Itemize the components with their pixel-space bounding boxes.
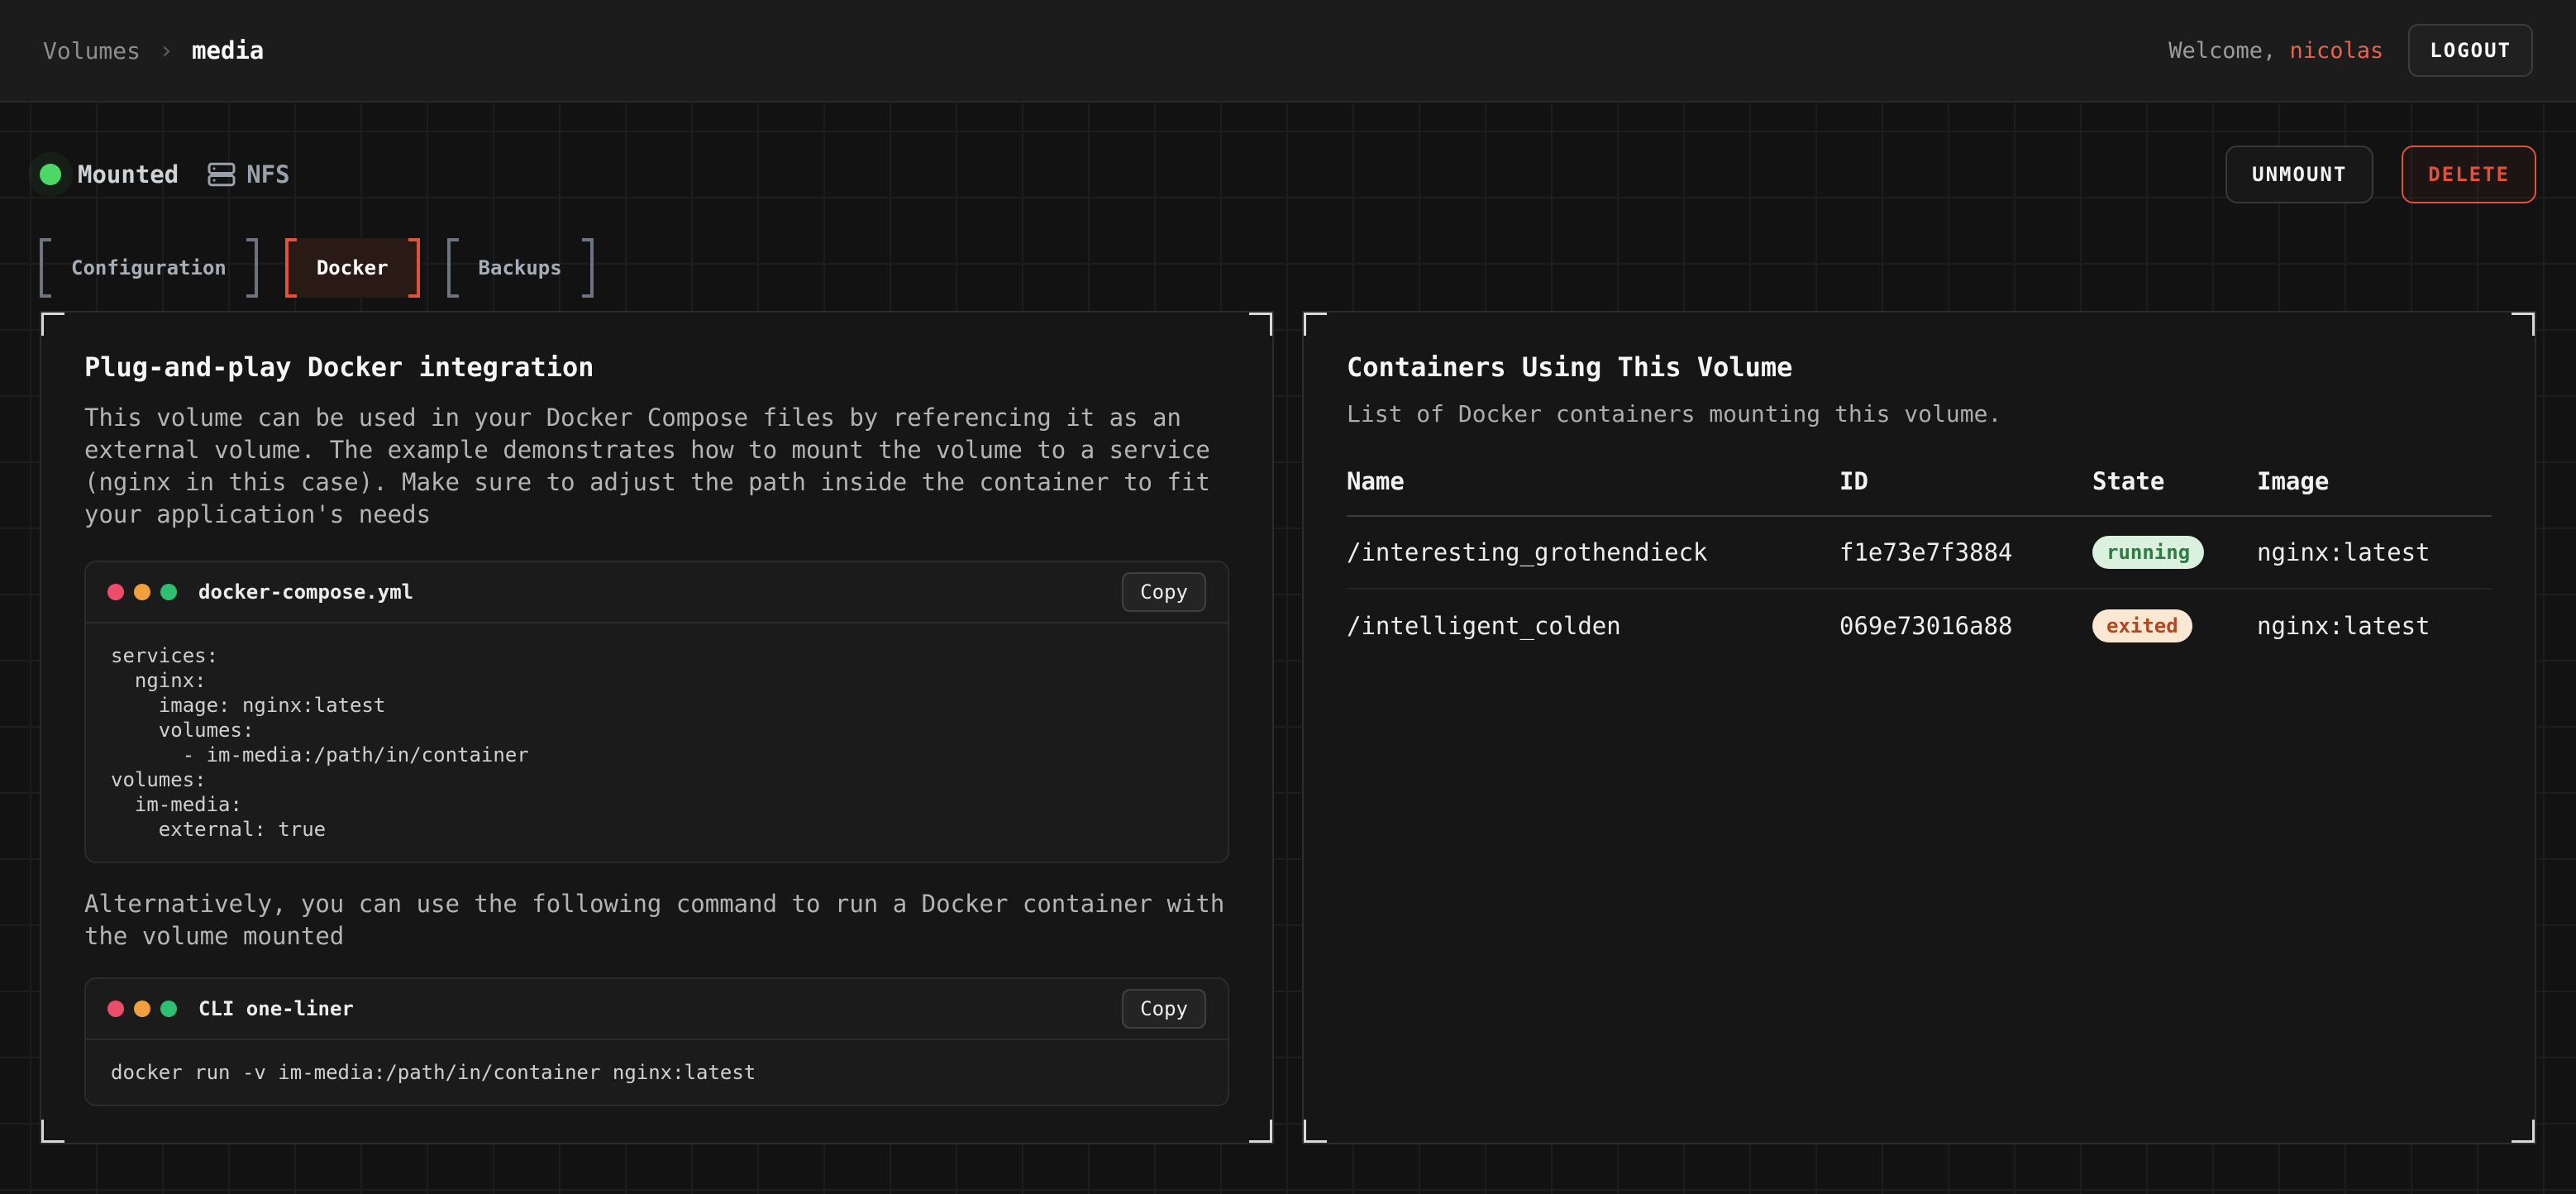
containers-table: Name ID State Image /interesting_grothen…	[1347, 467, 2492, 662]
breadcrumb: Volumes › media	[43, 36, 264, 65]
delete-button[interactable]: DELETE	[2402, 146, 2536, 203]
corner-bracket-icon	[1249, 311, 1274, 336]
main-content: Mounted NFS UNMOUNT DELETE Configu	[0, 103, 2576, 1194]
volume-driver: NFS	[207, 160, 289, 189]
chevron-right-icon: ›	[159, 36, 174, 65]
status-row: Mounted NFS UNMOUNT DELETE	[40, 103, 2536, 203]
code-filename: CLI one-liner	[198, 997, 354, 1020]
tab-backups[interactable]: Backups	[447, 238, 594, 298]
window-dot-green-icon	[160, 1001, 177, 1017]
username: nicolas	[2290, 38, 2384, 64]
column-header-id: ID	[1839, 467, 2092, 495]
tab-docker[interactable]: Docker	[285, 238, 420, 298]
breadcrumb-current-page: media	[192, 36, 264, 64]
panel-title: Containers Using This Volume	[1347, 349, 2492, 385]
header-right: Welcome, nicolas LOGOUT	[2168, 24, 2533, 77]
corner-bracket-icon	[2512, 1120, 2536, 1144]
unmount-button[interactable]: UNMOUNT	[2225, 146, 2373, 203]
code-content: docker run -v im-media:/path/in/containe…	[86, 1039, 1228, 1105]
docker-integration-panel: Plug-and-play Docker integration This vo…	[40, 311, 1274, 1144]
cli-code-block: CLI one-liner Copy docker run -v im-medi…	[84, 977, 1229, 1106]
server-icon	[207, 160, 236, 189]
bracket-left-icon	[285, 238, 297, 298]
bracket-left-icon	[40, 238, 51, 298]
window-dot-amber-icon	[134, 584, 150, 600]
cell-container-image: nginx:latest	[2257, 538, 2492, 566]
logout-button[interactable]: LOGOUT	[2408, 24, 2533, 77]
tab-bar: Configuration Docker Backups	[40, 238, 2536, 298]
table-row: /intelligent_colden 069e73016a88 exited …	[1347, 590, 2492, 662]
app-header: Volumes › media Welcome, nicolas LOGOUT	[0, 0, 2576, 103]
corner-bracket-icon	[1302, 1120, 1327, 1144]
mount-status-label: Mounted	[78, 160, 179, 189]
welcome-text: Welcome, nicolas	[2168, 38, 2383, 64]
cell-container-name: /intelligent_colden	[1347, 612, 1839, 640]
table-row: /interesting_grothendieck f1e73e7f3884 r…	[1347, 517, 2492, 590]
corner-bracket-icon	[2512, 311, 2536, 336]
volume-actions: UNMOUNT DELETE	[2225, 146, 2536, 203]
driver-label: NFS	[246, 160, 289, 189]
state-badge: exited	[2092, 609, 2192, 642]
cell-container-id: f1e73e7f3884	[1839, 538, 2092, 566]
window-dot-amber-icon	[134, 1001, 150, 1017]
code-block-header: CLI one-liner Copy	[86, 979, 1228, 1039]
cli-intro-text: Alternatively, you can use the following…	[84, 888, 1229, 953]
bracket-left-icon	[447, 238, 459, 298]
table-header-row: Name ID State Image	[1347, 467, 2492, 517]
column-header-image: Image	[2257, 467, 2492, 495]
panel-subtitle: List of Docker containers mounting this …	[1347, 400, 2492, 427]
bracket-right-icon	[582, 238, 594, 298]
panel-description: This volume can be used in your Docker C…	[84, 402, 1229, 531]
panels: Plug-and-play Docker integration This vo…	[40, 311, 2536, 1144]
tab-label: Configuration	[51, 238, 246, 298]
copy-button[interactable]: Copy	[1122, 572, 1206, 612]
tab-label: Backups	[459, 238, 582, 298]
state-badge: running	[2092, 536, 2204, 569]
cell-container-id: 069e73016a88	[1839, 612, 2092, 640]
corner-bracket-icon	[40, 1120, 64, 1144]
welcome-prefix: Welcome,	[2168, 38, 2289, 64]
cell-container-name: /interesting_grothendieck	[1347, 538, 1839, 566]
containers-panel: Containers Using This Volume List of Doc…	[1302, 311, 2536, 1144]
code-content: services: nginx: image: nginx:latest vol…	[86, 622, 1228, 862]
window-dot-red-icon	[107, 584, 124, 600]
breadcrumb-volumes-link[interactable]: Volumes	[43, 37, 141, 64]
bracket-right-icon	[246, 238, 258, 298]
bracket-right-icon	[408, 238, 420, 298]
panel-title: Plug-and-play Docker integration	[84, 349, 1229, 385]
window-dot-red-icon	[107, 1001, 124, 1017]
compose-code-block: docker-compose.yml Copy services: nginx:…	[84, 561, 1229, 863]
volume-status: Mounted NFS	[40, 160, 290, 189]
corner-bracket-icon	[40, 311, 64, 336]
window-dot-green-icon	[160, 584, 177, 600]
cell-container-image: nginx:latest	[2257, 612, 2492, 640]
mounted-status-dot-icon	[40, 164, 61, 185]
column-header-state: State	[2092, 467, 2257, 495]
tab-label: Docker	[297, 238, 408, 298]
tab-configuration[interactable]: Configuration	[40, 238, 258, 298]
corner-bracket-icon	[1302, 311, 1327, 336]
corner-bracket-icon	[1249, 1120, 1274, 1144]
code-filename: docker-compose.yml	[198, 580, 413, 604]
code-block-header: docker-compose.yml Copy	[86, 562, 1228, 622]
column-header-name: Name	[1347, 467, 1839, 495]
copy-button[interactable]: Copy	[1122, 989, 1206, 1029]
